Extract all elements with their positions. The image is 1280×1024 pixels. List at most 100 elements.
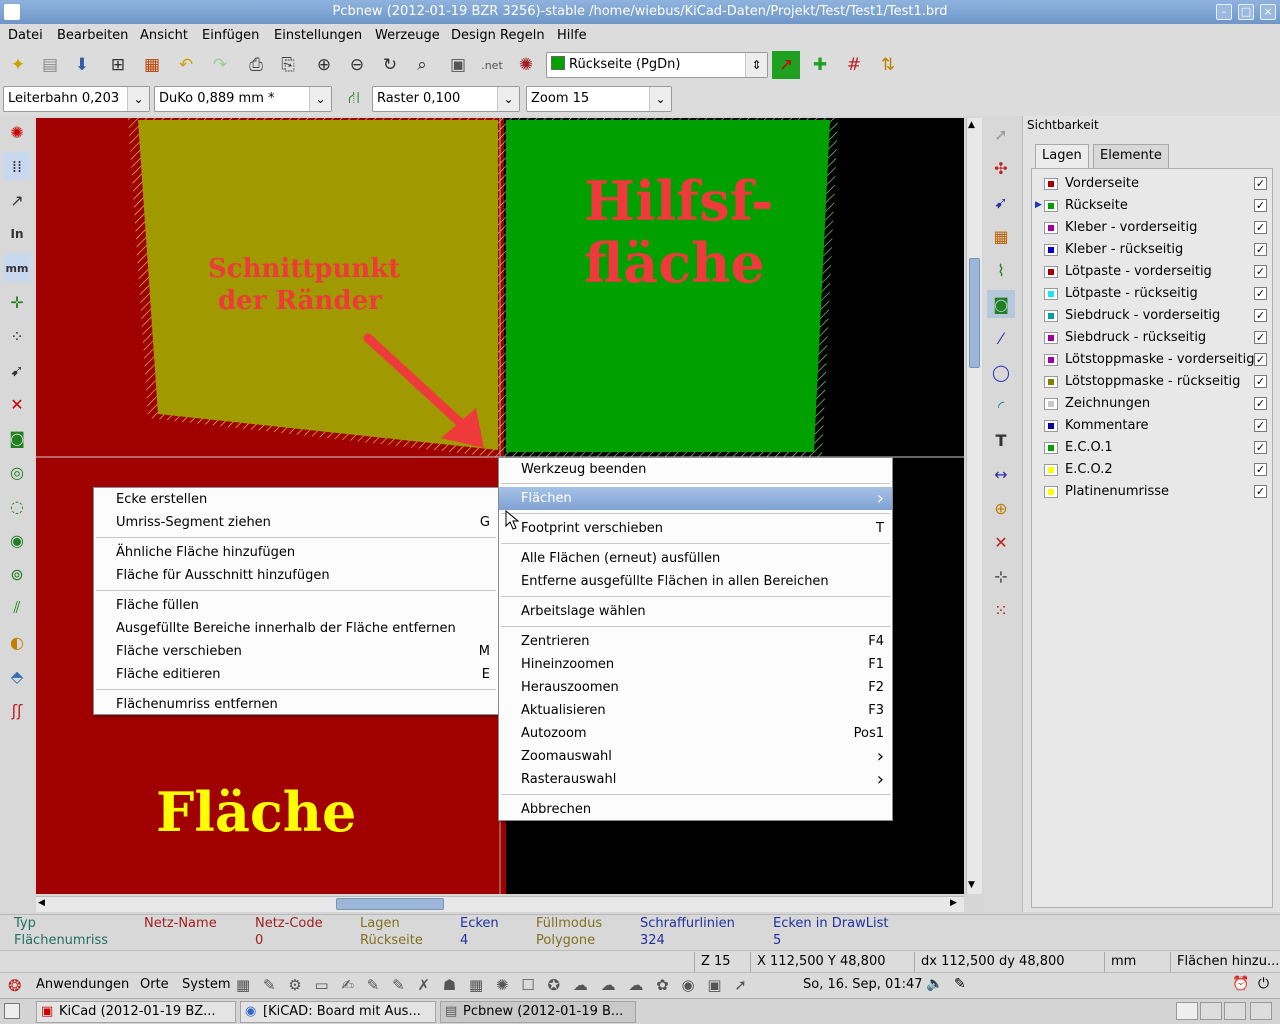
- layer-visible-checkbox[interactable]: ✓: [1254, 441, 1267, 454]
- add-arc-icon[interactable]: ◜: [987, 392, 1015, 420]
- layer-name[interactable]: Vorderseite: [1065, 176, 1139, 191]
- add-target-icon[interactable]: ⊕: [987, 494, 1015, 522]
- menu-hilfe[interactable]: Hilfe: [557, 28, 587, 43]
- plot-icon[interactable]: ⎘: [274, 51, 302, 79]
- layer-visible-checkbox[interactable]: ✓: [1254, 309, 1267, 322]
- volume-icon[interactable]: 🔈: [926, 976, 943, 992]
- layer-select[interactable]: Rückseite (PgDn) ⇕: [546, 52, 768, 78]
- panel-clock[interactable]: So, 16. Sep, 01:47: [803, 977, 923, 992]
- layer-row[interactable]: E.C.O.2 ✓: [1032, 459, 1272, 481]
- save-board-icon[interactable]: ⬇: [68, 51, 96, 79]
- zone-outline-icon[interactable]: ◎: [3, 458, 31, 486]
- menu-item[interactable]: Ähnliche Fläche hinzufügen: [94, 541, 498, 564]
- grid-select[interactable]: Raster 0,100 ⌄: [372, 86, 520, 112]
- undo-icon[interactable]: ↶: [172, 51, 200, 79]
- layer-visible-checkbox[interactable]: ✓: [1254, 331, 1267, 344]
- zoom-out-icon[interactable]: ⊖: [343, 51, 371, 79]
- set-origin-icon[interactable]: ⊹: [987, 562, 1015, 590]
- menu-item[interactable]: Herauszoomen F2: [499, 676, 892, 699]
- menu-item[interactable]: Ausgefüllte Bereiche innerhalb der Fläch…: [94, 617, 498, 640]
- menu-bearbeiten[interactable]: Bearbeiten: [57, 28, 128, 43]
- local-ratsnest-icon[interactable]: ➹: [987, 188, 1015, 216]
- workspace-2-icon[interactable]: [1200, 1002, 1222, 1020]
- layer-visible-checkbox[interactable]: ✓: [1254, 375, 1267, 388]
- tab-lagen[interactable]: Lagen: [1035, 144, 1089, 168]
- launcher-icons[interactable]: ▦ ✎ ⚙ ▭ ✍ ✎ ✎ ✗ ☗ ▦ ✺ ☐ ✪ ☁ ☁ ☁ ✿ ◉ ▣ ➚: [236, 976, 751, 994]
- via-sketch-icon[interactable]: ⊚: [3, 560, 31, 588]
- menu-ansicht[interactable]: Ansicht: [140, 28, 188, 43]
- zoom-select[interactable]: Zoom 15 ⌄: [526, 86, 672, 112]
- layer-name[interactable]: E.C.O.2: [1065, 462, 1113, 477]
- layer-row[interactable]: ▶ Rückseite ✓: [1032, 195, 1272, 217]
- layer-visible-checkbox[interactable]: ✓: [1254, 177, 1267, 190]
- layer-row[interactable]: E.C.O.1 ✓: [1032, 437, 1272, 459]
- layer-name[interactable]: Lötstoppmaske - rückseitig: [1065, 374, 1240, 389]
- layer-visible-checkbox[interactable]: ✓: [1254, 397, 1267, 410]
- layer-name[interactable]: Siebdruck - vorderseitig: [1065, 308, 1220, 323]
- menu-item[interactable]: Arbeitslage wählen: [499, 600, 892, 623]
- select-arrow-icon[interactable]: ➚: [987, 120, 1015, 148]
- autoplace-icon[interactable]: ✚: [806, 51, 834, 79]
- netlist-icon[interactable]: .net: [478, 51, 506, 79]
- scroll-right-icon[interactable]: ▶: [950, 898, 957, 908]
- polar-coords-icon[interactable]: ↗: [3, 186, 31, 214]
- menu-item[interactable]: Zentrieren F4: [499, 630, 892, 653]
- layer-name[interactable]: Lötpaste - vorderseitig: [1065, 264, 1212, 279]
- layer-row[interactable]: Siebdruck - rückseitig ✓: [1032, 327, 1272, 349]
- layer-name[interactable]: E.C.O.1: [1065, 440, 1113, 455]
- auto-track-width-icon[interactable]: ⛙: [340, 85, 368, 113]
- set-grid-origin-icon[interactable]: ⁙: [987, 596, 1015, 624]
- layer-pair-icon[interactable]: ↗: [772, 51, 800, 79]
- print-icon[interactable]: ⎙: [242, 51, 270, 79]
- layer-color-swatch[interactable]: [1044, 332, 1058, 344]
- zone-sketch-icon[interactable]: ◌: [3, 492, 31, 520]
- add-track-icon[interactable]: ⌇: [987, 256, 1015, 284]
- vertical-scroll-thumb[interactable]: [969, 258, 980, 368]
- layer-color-swatch[interactable]: [1044, 178, 1058, 190]
- menu-item[interactable]: Rasterauswahl ›: [499, 768, 892, 791]
- layer-name[interactable]: Kleber - vorderseitig: [1065, 220, 1197, 235]
- menu-item[interactable]: Fläche verschieben M: [94, 640, 498, 663]
- units-inch-icon[interactable]: In: [3, 220, 31, 248]
- menu-item[interactable]: Umriss-Segment ziehen G: [94, 511, 498, 534]
- track-sketch-icon[interactable]: ⫽: [3, 594, 31, 622]
- layer-visible-checkbox[interactable]: ✓: [1254, 485, 1267, 498]
- chevron-down-icon[interactable]: ⌄: [497, 87, 519, 111]
- scroll-left-icon[interactable]: ◀: [38, 898, 45, 908]
- highlight-net-icon[interactable]: ✣: [987, 154, 1015, 182]
- layer-color-swatch[interactable]: [1044, 222, 1058, 234]
- open-board-icon[interactable]: ▤: [36, 51, 64, 79]
- layer-color-swatch[interactable]: [1044, 244, 1058, 256]
- alarm-clock-icon[interactable]: ⏰: [1232, 976, 1249, 992]
- layer-visible-checkbox[interactable]: ✓: [1254, 199, 1267, 212]
- menu-item[interactable]: Autozoom Pos1: [499, 722, 892, 745]
- menu-einstellungen[interactable]: Einstellungen: [274, 28, 362, 43]
- freeroute-icon[interactable]: ⇅: [874, 51, 902, 79]
- menu-system[interactable]: System: [182, 977, 230, 992]
- layer-row[interactable]: Lötpaste - rückseitig ✓: [1032, 283, 1272, 305]
- module-ratsnest-icon[interactable]: ➹: [3, 356, 31, 384]
- page-settings-icon[interactable]: ⊞: [104, 51, 132, 79]
- autoroute-icon[interactable]: #: [840, 51, 868, 79]
- delete-icon[interactable]: ✕: [987, 528, 1015, 556]
- add-circle-icon[interactable]: ◯: [987, 358, 1015, 386]
- menu-item[interactable]: Flächenumriss entfernen: [94, 693, 498, 716]
- new-board-icon[interactable]: ✦: [4, 51, 32, 79]
- drc-icon[interactable]: ✺: [512, 51, 540, 79]
- workspace-1-icon[interactable]: [1176, 1002, 1198, 1020]
- horizontal-scroll-thumb[interactable]: [336, 898, 444, 910]
- ratsnest-icon[interactable]: ⁘: [3, 322, 31, 350]
- menu-datei[interactable]: Datei: [8, 28, 43, 43]
- layer-color-swatch[interactable]: [1044, 288, 1058, 300]
- layer-row[interactable]: Lötstoppmaske - rückseitig ✓: [1032, 371, 1272, 393]
- menu-item[interactable]: Alle Flächen (erneut) ausfüllen: [499, 547, 892, 570]
- chevron-down-icon[interactable]: ⌄: [649, 87, 671, 111]
- chevron-down-icon[interactable]: ⌄: [127, 87, 149, 111]
- high-contrast-icon[interactable]: ◐: [3, 628, 31, 656]
- layer-color-swatch[interactable]: [1044, 398, 1058, 410]
- track-width-select[interactable]: Leiterbahn 0,203 ⌄: [3, 86, 150, 112]
- add-text-icon[interactable]: T: [987, 426, 1015, 454]
- layer-row[interactable]: Lötpaste - vorderseitig ✓: [1032, 261, 1272, 283]
- layer-name[interactable]: Kommentare: [1065, 418, 1149, 433]
- manage-layers-icon[interactable]: ⬘: [3, 662, 31, 690]
